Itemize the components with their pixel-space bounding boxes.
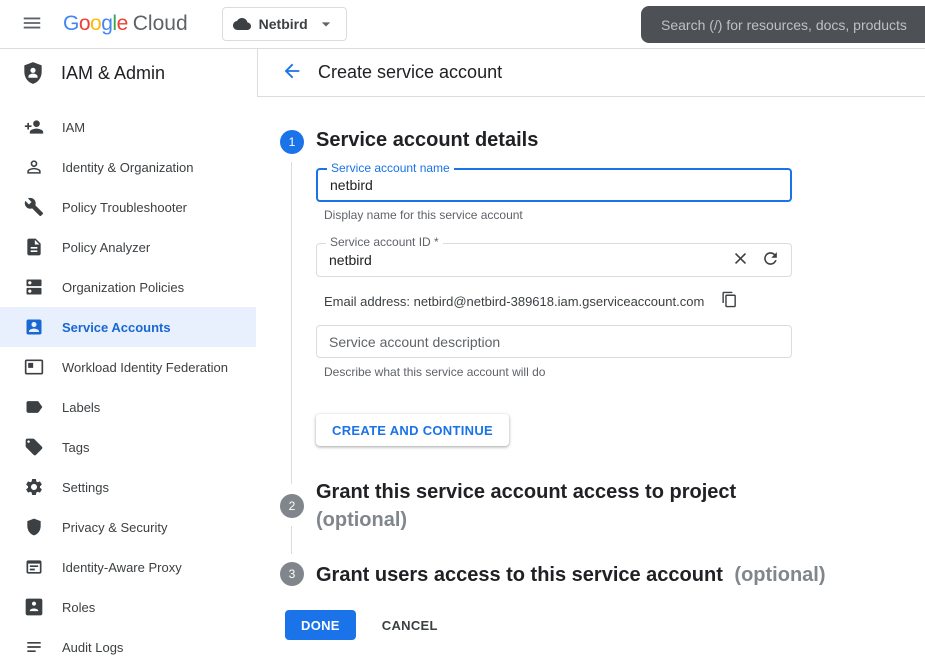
shield-icon — [24, 517, 44, 537]
arrow-back-icon — [281, 60, 303, 85]
logo-google-text: Google — [63, 12, 128, 36]
sidebar-nav: IAM Identity & Organization Policy Troub… — [0, 97, 256, 667]
email-address-row: Email address: netbird@netbird-389618.ia… — [324, 290, 740, 312]
person-add-icon — [24, 117, 44, 137]
policy-analyzer-icon — [24, 237, 44, 257]
menu-icon[interactable] — [14, 6, 50, 42]
clear-id-button[interactable] — [725, 245, 755, 275]
step3-indicator: 3 — [280, 562, 304, 586]
gear-icon — [24, 477, 44, 497]
refresh-icon — [761, 249, 780, 271]
sidebar-title: IAM & Admin — [61, 63, 165, 84]
search-placeholder: Search (/) for resources, docs, products — [661, 17, 907, 33]
sidebar-item-iam[interactable]: IAM — [0, 107, 256, 147]
sidebar-item-workload-identity-federation[interactable]: Workload Identity Federation — [0, 347, 256, 387]
service-accounts-icon — [24, 317, 44, 337]
step3-optional-text: (optional) — [734, 564, 825, 586]
logo-cloud-text: Cloud — [133, 12, 188, 36]
workload-identity-icon — [24, 357, 44, 377]
person-icon — [24, 157, 44, 177]
label-icon — [24, 397, 44, 417]
sidebar-item-labels[interactable]: Labels — [0, 387, 256, 427]
step2-title-text: Grant this service account access to pro… — [316, 478, 816, 506]
service-account-name-field: Service account name — [316, 168, 792, 202]
roles-icon — [24, 597, 44, 617]
create-and-continue-button[interactable]: CREATE AND CONTINUE — [316, 414, 509, 446]
audit-logs-icon — [24, 637, 44, 657]
iam-admin-icon — [20, 60, 46, 86]
step3-title: Grant users access to this service accou… — [316, 564, 925, 587]
content-header: Create service account — [257, 49, 925, 97]
done-button[interactable]: DONE — [285, 610, 356, 640]
sidebar-item-tags[interactable]: Tags — [0, 427, 256, 467]
sidebar: IAM & Admin IAM Identity & Organization … — [0, 49, 256, 672]
org-policies-icon — [24, 277, 44, 297]
step-connector-1 — [291, 162, 292, 484]
step1-indicator: 1 — [280, 130, 304, 154]
sidebar-item-roles[interactable]: Roles — [0, 587, 256, 627]
email-address-text: Email address: netbird@netbird-389618.ia… — [324, 294, 704, 309]
iap-icon — [24, 557, 44, 577]
search-bar[interactable]: Search (/) for resources, docs, products — [641, 6, 925, 43]
step2-title: Grant this service account access to pro… — [316, 478, 816, 534]
wrench-icon — [24, 197, 44, 217]
description-helper-text: Describe what this service account will … — [324, 365, 545, 379]
sidebar-item-settings[interactable]: Settings — [0, 467, 256, 507]
service-account-description-input[interactable] — [317, 326, 791, 357]
step3-title-text: Grant users access to this service accou… — [316, 564, 723, 586]
hamburger-icon — [21, 12, 43, 37]
copy-email-button[interactable] — [718, 290, 740, 312]
step2-optional-text: (optional) — [316, 506, 816, 534]
name-helper-text: Display name for this service account — [324, 208, 523, 222]
cancel-button[interactable]: CANCEL — [382, 618, 438, 633]
sidebar-header: IAM & Admin — [0, 49, 256, 97]
sidebar-item-audit-logs[interactable]: Audit Logs — [0, 627, 256, 667]
close-icon — [731, 249, 750, 271]
regenerate-id-button[interactable] — [755, 245, 785, 275]
sidebar-item-identity-organization[interactable]: Identity & Organization — [0, 147, 256, 187]
sidebar-item-identity-aware-proxy[interactable]: Identity-Aware Proxy — [0, 547, 256, 587]
project-name: Netbird — [259, 16, 308, 32]
back-button[interactable] — [272, 53, 312, 93]
form-actions: DONE CANCEL — [285, 610, 438, 640]
sidebar-item-policy-troubleshooter[interactable]: Policy Troubleshooter — [0, 187, 256, 227]
page-title: Create service account — [318, 62, 502, 83]
create-service-account-form: 1 Service account details Service accoun… — [257, 98, 925, 672]
service-account-name-label: Service account name — [327, 161, 454, 175]
project-icon — [233, 15, 251, 33]
service-account-id-field: Service account ID * — [316, 243, 792, 277]
tag-icon — [24, 437, 44, 457]
topbar: Google Cloud Netbird Search (/) for reso… — [0, 0, 925, 49]
copy-icon — [721, 291, 738, 311]
sidebar-item-service-accounts[interactable]: Service Accounts — [0, 307, 256, 347]
sidebar-item-privacy-security[interactable]: Privacy & Security — [0, 507, 256, 547]
service-account-description-field — [316, 325, 792, 358]
service-account-id-label: Service account ID * — [326, 235, 443, 249]
chevron-down-icon — [316, 14, 336, 34]
sidebar-item-policy-analyzer[interactable]: Policy Analyzer — [0, 227, 256, 267]
step1-title: Service account details — [316, 129, 538, 152]
step-connector-2 — [291, 526, 292, 554]
google-cloud-logo: Google Cloud — [63, 12, 188, 36]
sidebar-item-organization-policies[interactable]: Organization Policies — [0, 267, 256, 307]
project-selector[interactable]: Netbird — [222, 7, 347, 41]
step2-indicator: 2 — [280, 494, 304, 518]
